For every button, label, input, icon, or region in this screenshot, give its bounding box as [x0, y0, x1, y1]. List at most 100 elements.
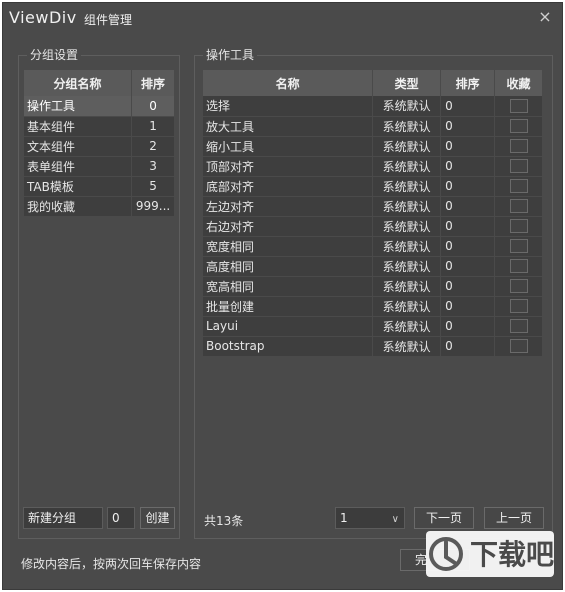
group-row[interactable]: 操作工具 0 [24, 96, 175, 117]
tool-row[interactable]: 宽高相同 系统默认 0 [203, 276, 543, 297]
group-name-cell[interactable]: 基本组件 [24, 116, 133, 137]
tool-order-cell[interactable]: 0 [440, 156, 496, 177]
new-group-name-input[interactable]: 新建分组 [23, 507, 103, 529]
tool-order-cell[interactable]: 0 [440, 176, 496, 197]
new-group-order-input[interactable]: 0 [107, 507, 135, 529]
favorite-checkbox[interactable] [509, 199, 528, 214]
tool-name-cell[interactable]: 高度相同 [203, 256, 374, 277]
next-page-button[interactable]: 下一页 [414, 507, 474, 529]
group-name-cell[interactable]: 表单组件 [24, 156, 133, 177]
group-name-cell[interactable]: 我的收藏 [24, 196, 133, 217]
tool-name-cell[interactable]: 放大工具 [203, 116, 374, 137]
favorite-checkbox[interactable] [509, 99, 528, 113]
favorite-checkbox[interactable] [509, 219, 528, 234]
tool-row[interactable]: 顶部对齐 系统默认 0 [203, 156, 543, 177]
group-order-cell[interactable]: 5 [131, 176, 175, 197]
favorite-checkbox[interactable] [509, 319, 528, 334]
tool-order-cell[interactable]: 0 [440, 96, 496, 117]
save-hint: 修改内容后，按两次回车保存内容 [21, 557, 202, 571]
tool-row[interactable]: 缩小工具 系统默认 0 [203, 136, 543, 157]
tools-table: 名称 类型 排序 收藏 选择 系统默认 0 放大工具 系统默认 0 缩小工具 系统默认 0 顶部对… [203, 70, 543, 357]
component-manager-window: ViewDiv 组件管理 × 分组设置 分组名称 排序 操作工具 0 基本组件 1 文本… [2, 2, 563, 590]
group-order-cell[interactable]: 0 [131, 96, 175, 117]
page-select[interactable]: 1 ∨ [335, 507, 405, 529]
tool-name-cell[interactable]: Bootstrap [203, 336, 374, 357]
tool-type-cell: 系统默认 [372, 276, 442, 297]
tool-row[interactable]: Bootstrap 系统默认 0 [203, 336, 543, 357]
tool-row[interactable]: 选择 系统默认 0 [203, 96, 543, 117]
favorite-cell [494, 256, 543, 277]
create-group-button[interactable]: 创建 [140, 507, 175, 529]
tool-name-cell[interactable]: 宽高相同 [203, 276, 374, 297]
group-order-cell[interactable]: 1 [131, 116, 175, 137]
favorite-cell [494, 276, 543, 297]
group-settings-legend: 分组设置 [27, 48, 82, 62]
group-order-cell[interactable]: 3 [131, 156, 175, 177]
tool-row[interactable]: 宽度相同 系统默认 0 [203, 236, 543, 257]
group-row[interactable]: 文本组件 2 [24, 136, 175, 157]
tool-row[interactable]: 批量创建 系统默认 0 [203, 296, 543, 317]
favorite-cell [494, 96, 543, 117]
tool-name-cell[interactable]: 左边对齐 [203, 196, 374, 217]
group-row[interactable]: TAB模板 5 [24, 176, 175, 197]
tool-name-cell[interactable]: 底部对齐 [203, 176, 374, 197]
col-header-group-order[interactable]: 排序 [131, 70, 175, 96]
favorite-checkbox[interactable] [509, 299, 528, 314]
page-select-value: 1 [340, 511, 348, 525]
favorite-checkbox[interactable] [509, 339, 528, 354]
favorite-checkbox[interactable] [509, 119, 528, 134]
tool-row[interactable]: 放大工具 系统默认 0 [203, 116, 543, 137]
tool-type-cell: 系统默认 [372, 216, 442, 237]
favorite-cell [494, 216, 543, 237]
tool-row[interactable]: 底部对齐 系统默认 0 [203, 176, 543, 197]
close-icon[interactable]: × [536, 8, 554, 26]
tool-type-cell: 系统默认 [372, 316, 442, 337]
col-header-name[interactable]: 名称 [203, 70, 374, 96]
favorite-checkbox[interactable] [509, 279, 528, 294]
tool-order-cell[interactable]: 0 [440, 136, 496, 157]
col-header-favorite[interactable]: 收藏 [494, 70, 543, 96]
tool-order-cell[interactable]: 0 [440, 216, 496, 237]
watermark-logo-icon: 下载吧 [426, 531, 554, 577]
tool-type-cell: 系统默认 [372, 156, 442, 177]
tool-name-cell[interactable]: 批量创建 [203, 296, 374, 317]
group-settings-panel: 分组设置 分组名称 排序 操作工具 0 基本组件 1 文本组件 2 表单组件 3 TAB模板 5 我… [18, 48, 180, 539]
tool-row[interactable]: 高度相同 系统默认 0 [203, 256, 543, 277]
tool-order-cell[interactable]: 0 [440, 296, 496, 317]
group-order-cell[interactable]: 2 [131, 136, 175, 157]
tool-name-cell[interactable]: 右边对齐 [203, 216, 374, 237]
tool-order-cell[interactable]: 0 [440, 236, 496, 257]
title-bar: ViewDiv 组件管理 × [3, 3, 562, 33]
tool-order-cell[interactable]: 0 [440, 336, 496, 357]
favorite-checkbox[interactable] [509, 239, 528, 254]
col-header-group-name[interactable]: 分组名称 [24, 70, 133, 96]
group-name-cell[interactable]: TAB模板 [24, 176, 133, 197]
col-header-type[interactable]: 类型 [372, 70, 442, 96]
tool-name-cell[interactable]: 宽度相同 [203, 236, 374, 257]
tool-order-cell[interactable]: 0 [440, 196, 496, 217]
group-row[interactable]: 表单组件 3 [24, 156, 175, 177]
tool-order-cell[interactable]: 0 [440, 256, 496, 277]
tool-order-cell[interactable]: 0 [440, 276, 496, 297]
tool-order-cell[interactable]: 0 [440, 316, 496, 337]
tool-name-cell[interactable]: Layui [203, 316, 374, 337]
tool-type-cell: 系统默认 [372, 116, 442, 137]
group-name-cell[interactable]: 文本组件 [24, 136, 133, 157]
favorite-checkbox[interactable] [509, 159, 528, 174]
group-row[interactable]: 我的收藏 999... [24, 196, 175, 217]
group-row[interactable]: 基本组件 1 [24, 116, 175, 137]
favorite-checkbox[interactable] [509, 179, 528, 194]
group-name-cell[interactable]: 操作工具 [24, 96, 133, 117]
tool-name-cell[interactable]: 缩小工具 [203, 136, 374, 157]
tool-name-cell[interactable]: 顶部对齐 [203, 156, 374, 177]
tool-order-cell[interactable]: 0 [440, 116, 496, 137]
tool-row[interactable]: 右边对齐 系统默认 0 [203, 216, 543, 237]
favorite-checkbox[interactable] [509, 139, 528, 154]
tool-name-cell[interactable]: 选择 [203, 96, 374, 117]
group-order-cell[interactable]: 999... [131, 196, 175, 217]
col-header-order[interactable]: 排序 [440, 70, 496, 96]
favorite-checkbox[interactable] [509, 259, 528, 274]
prev-page-button[interactable]: 上一页 [484, 507, 544, 529]
tool-row[interactable]: 左边对齐 系统默认 0 [203, 196, 543, 217]
tool-row[interactable]: Layui 系统默认 0 [203, 316, 543, 337]
